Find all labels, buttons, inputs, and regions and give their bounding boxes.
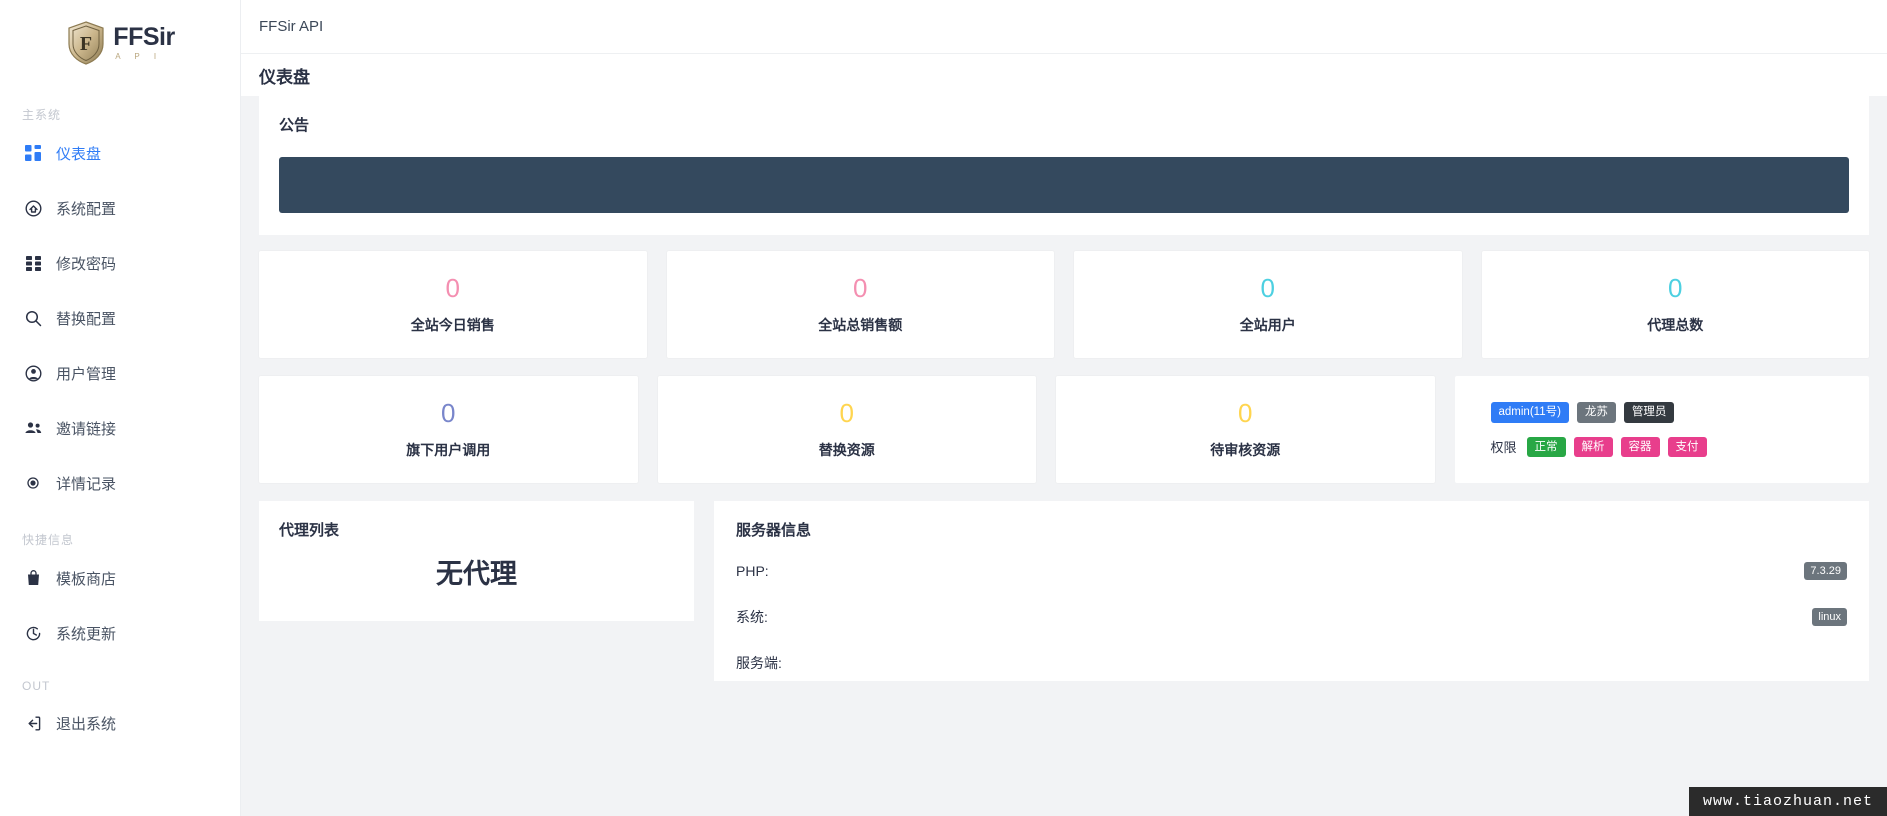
shop-bag-icon [24, 569, 42, 587]
stat-value: 0 [1238, 397, 1253, 428]
sidebar-item-label: 修改密码 [56, 255, 117, 273]
server-info-row-server: 服务端: [736, 640, 1847, 686]
brand-name: FFSir [113, 23, 175, 51]
sidebar-item-invite-link[interactable]: 邀请链接 [0, 408, 240, 448]
server-info-label: 服务端: [736, 655, 782, 671]
lower-row: 代理列表 无代理 服务器信息 PHP: 7.3.29 系统: linux 服务端… [241, 501, 1887, 681]
agent-list-panel: 代理列表 无代理 [259, 501, 694, 621]
users-group-icon [24, 419, 42, 437]
server-info-label: 系统: [736, 609, 768, 625]
server-info-value: linux [1812, 608, 1847, 626]
sidebar-item-label: 退出系统 [56, 715, 117, 733]
notice-panel: 公告 [259, 96, 1869, 235]
sidebar-item-detail-records[interactable]: 详情记录 [0, 463, 240, 503]
sidebar-item-dashboard[interactable]: 仪表盘 [0, 133, 240, 173]
agent-list-title: 代理列表 [279, 522, 340, 539]
sidebar-item-label: 系统配置 [56, 200, 117, 218]
server-info-title: 服务器信息 [736, 522, 812, 539]
stat-value: 0 [1260, 272, 1275, 303]
stat-card-total-sales[interactable]: 0 全站总销售额 [666, 251, 1054, 358]
stat-label: 全站总销售额 [818, 316, 903, 333]
permission-badge-parse[interactable]: 解析 [1573, 436, 1613, 457]
sidebar-item-label: 详情记录 [56, 475, 117, 493]
sidebar-item-user-management[interactable]: 用户管理 [0, 353, 240, 393]
stat-value: 0 [445, 272, 460, 303]
stat-card-pending-resources[interactable]: 0 待审核资源 [1056, 376, 1435, 483]
stat-card-sub-user-calls[interactable]: 0 旗下用户调用 [259, 376, 638, 483]
server-info-panel: 服务器信息 PHP: 7.3.29 系统: linux 服务端: [714, 501, 1869, 681]
sidebar-item-label: 用户管理 [56, 365, 117, 383]
stat-card-total-agents[interactable]: 0 代理总数 [1481, 251, 1869, 358]
account-card: admin(11号) 龙苏 管理员 权限 正常 解析 容器 支付 [1454, 376, 1870, 483]
main-area: FFSir API 仪表盘 公告 0 全站今日销售 0 全站总销售额 0 全站用… [241, 0, 1887, 816]
stat-label: 待审核资源 [1210, 441, 1281, 458]
stat-label: 全站用户 [1239, 316, 1296, 333]
sidebar-item-label: 模板商店 [56, 570, 117, 588]
stat-value: 0 [839, 397, 854, 428]
svg-text:F: F [80, 33, 92, 55]
shield-logo-icon: F [65, 20, 107, 66]
account-nick-badge[interactable]: 龙苏 [1576, 402, 1616, 423]
sidebar-item-label: 仪表盘 [56, 145, 102, 163]
sidebar-item-label: 邀请链接 [56, 420, 117, 438]
user-circle-icon [24, 364, 42, 382]
stat-value: 0 [441, 397, 456, 428]
topbar: FFSir API [241, 0, 1887, 54]
account-role-badge[interactable]: 管理员 [1623, 402, 1675, 423]
sidebar-item-template-store[interactable]: 模板商店 [0, 558, 240, 598]
stat-value: 0 [853, 272, 868, 303]
sidebar-item-replace-config[interactable]: 替换配置 [0, 298, 240, 338]
account-identity-row: admin(11号) 龙苏 管理员 [1490, 402, 1870, 423]
sidebar-item-logout[interactable]: 退出系统 [0, 703, 240, 743]
dashboard-grid-icon [24, 144, 42, 162]
topbar-title: FFSir API [259, 18, 324, 35]
sidebar-item-label: 替换配置 [56, 310, 117, 328]
server-info-row-php: PHP: 7.3.29 [736, 548, 1847, 594]
refresh-icon [24, 624, 42, 642]
server-info-row-os: 系统: linux [736, 594, 1847, 640]
stat-card-total-users[interactable]: 0 全站用户 [1074, 251, 1462, 358]
stat-label: 代理总数 [1647, 316, 1704, 333]
permission-label: 权限 [1490, 440, 1517, 456]
stat-label: 替换资源 [818, 441, 875, 458]
brand-logo[interactable]: F FFSir A P I [0, 0, 240, 78]
sidebar-item-system-config[interactable]: 系统配置 [0, 188, 240, 228]
server-info-value: 7.3.29 [1804, 562, 1847, 580]
nav-section-title-main: 主系统 [22, 108, 62, 122]
stat-label: 全站今日销售 [410, 316, 495, 333]
app-root: F FFSir A P I 主系统 仪表盘 系统配置 修改密码 替换配置 用户管… [0, 0, 1887, 816]
agent-list-empty: 无代理 [436, 559, 517, 589]
sidebar-item-change-password[interactable]: 修改密码 [0, 243, 240, 283]
nav-section-title-quickinfo: 快捷信息 [22, 533, 75, 547]
dot-record-icon [24, 474, 42, 492]
nav-section-title-out: OUT [22, 679, 51, 693]
sidebar: F FFSir A P I 主系统 仪表盘 系统配置 修改密码 替换配置 用户管… [0, 0, 241, 816]
watermark: www.tiaozhuan.net [1688, 787, 1887, 816]
brand-subtitle: A P I [115, 52, 163, 61]
permission-badge-payment[interactable]: 支付 [1667, 436, 1707, 457]
stat-card-today-sales[interactable]: 0 全站今日销售 [259, 251, 647, 358]
grid-blocks-icon [24, 254, 42, 272]
account-name-badge[interactable]: admin(11号) [1490, 402, 1569, 423]
logout-icon [24, 714, 42, 732]
stat-value: 0 [1668, 272, 1683, 303]
gear-home-icon [24, 199, 42, 217]
search-icon [24, 309, 42, 327]
content: 公告 0 全站今日销售 0 全站总销售额 0 全站用户 0 代理总数 0 旗下用… [241, 96, 1887, 681]
stat-label: 旗下用户调用 [406, 441, 491, 458]
permission-badge-normal[interactable]: 正常 [1526, 436, 1566, 457]
stat-card-replace-resources[interactable]: 0 替换资源 [657, 376, 1036, 483]
server-info-label: PHP: [736, 563, 769, 579]
notice-banner [279, 157, 1849, 213]
permission-badge-container[interactable]: 容器 [1620, 436, 1660, 457]
sidebar-item-system-update[interactable]: 系统更新 [0, 613, 240, 653]
notice-title: 公告 [279, 117, 310, 134]
page-title: 仪表盘 [241, 54, 1887, 96]
account-permission-row: 权限 正常 解析 容器 支付 [1490, 436, 1870, 457]
stat-row-1: 0 全站今日销售 0 全站总销售额 0 全站用户 0 代理总数 [241, 251, 1887, 358]
stat-row-2: 0 旗下用户调用 0 替换资源 0 待审核资源 admin(11号) 龙苏 管理… [241, 376, 1887, 483]
sidebar-item-label: 系统更新 [56, 625, 117, 643]
